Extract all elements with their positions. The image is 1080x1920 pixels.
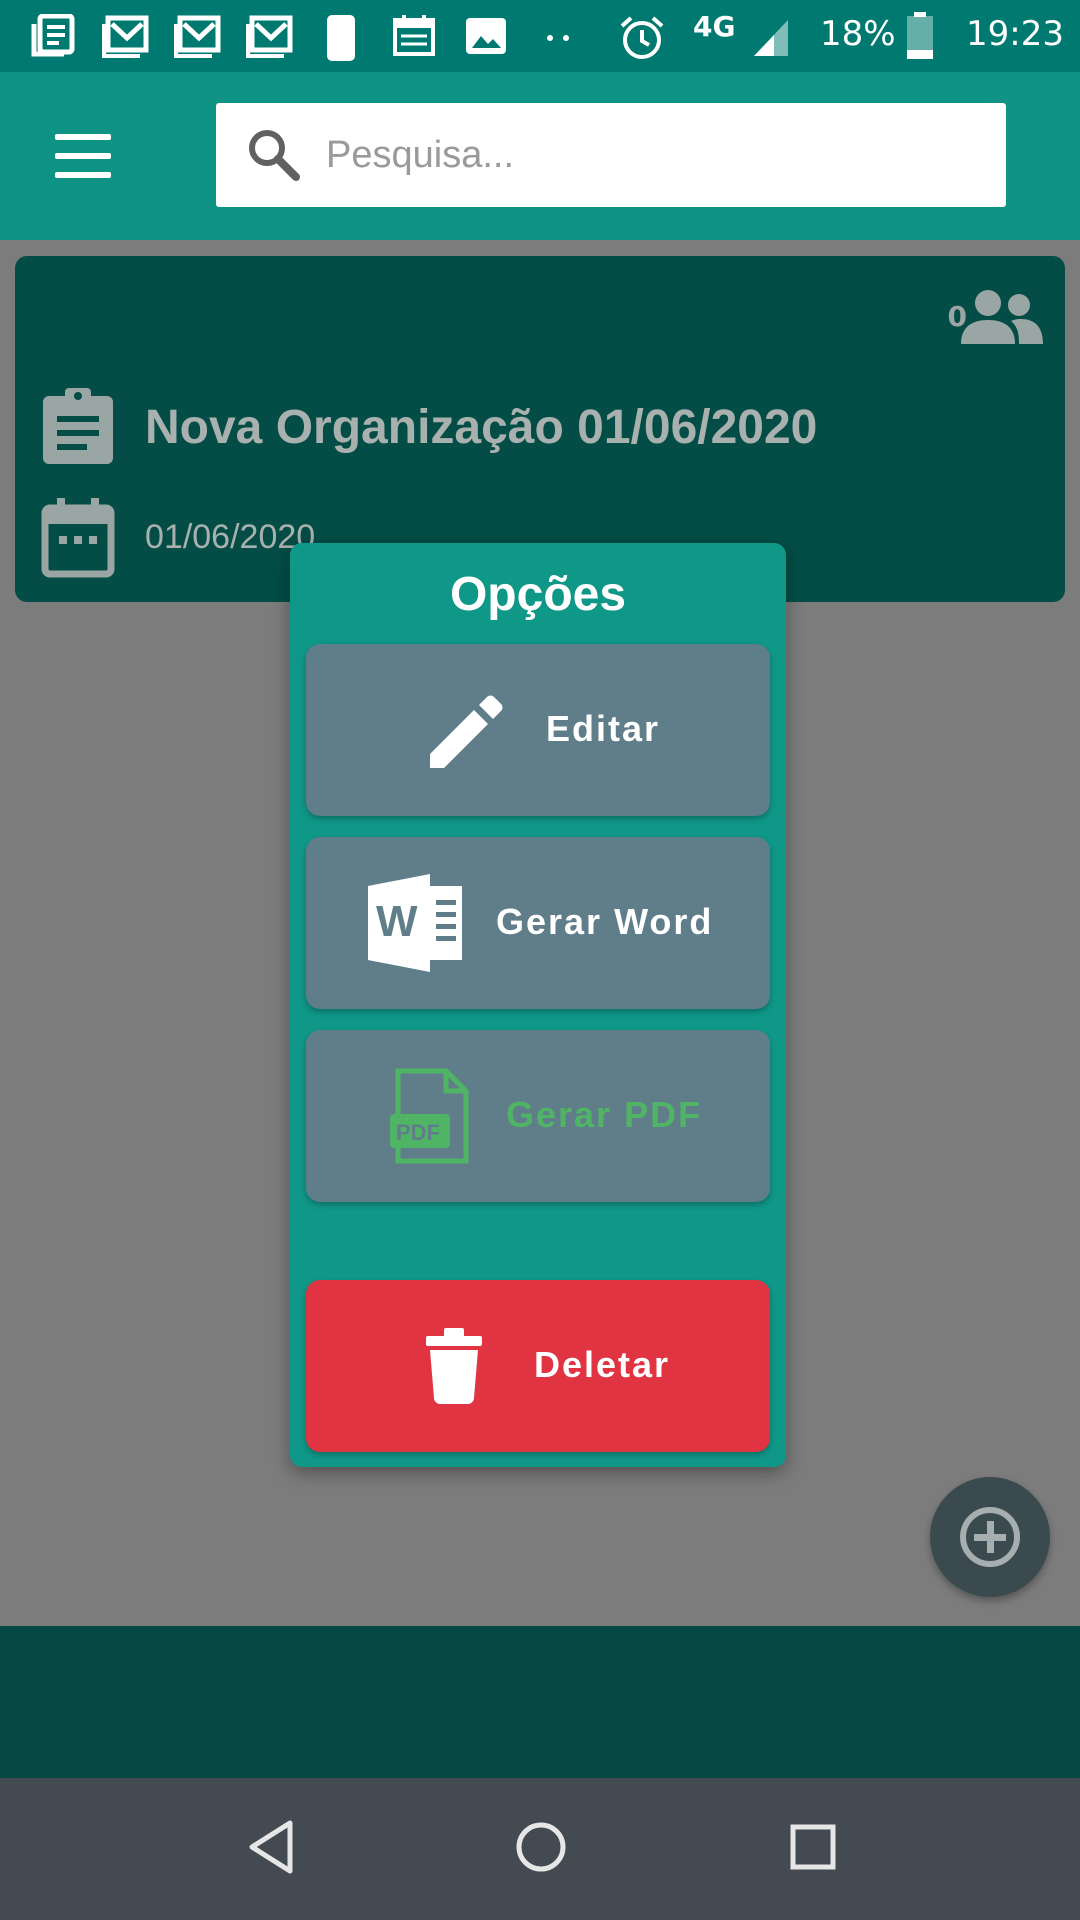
trash-icon: [426, 1328, 482, 1404]
generate-pdf-label: Gerar PDF: [506, 1094, 703, 1135]
generate-word-button[interactable]: W Gerar Word: [306, 837, 770, 1009]
member-count: 0: [947, 300, 967, 333]
battery-percent-label: 18%: [820, 14, 896, 54]
status-bar: 4G 18% 19:23: [0, 0, 1080, 72]
news-icon: [31, 14, 75, 57]
word-document-icon: W: [368, 874, 462, 972]
home-icon[interactable]: [513, 1819, 569, 1875]
edit-label: Editar: [546, 708, 661, 749]
delete-button[interactable]: Deletar: [306, 1280, 770, 1452]
hamburger-menu-icon[interactable]: [50, 126, 116, 186]
battery-icon: [907, 12, 933, 59]
search-bar[interactable]: [216, 103, 1006, 207]
options-dialog: Opções Editar W Gerar Word PDF Gerar PDF: [290, 543, 786, 1467]
image-icon: [466, 18, 506, 54]
card-title: Nova Organização 01/06/2020: [145, 401, 818, 454]
add-circle-icon: [960, 1507, 1020, 1567]
svg-text:PDF: PDF: [396, 1120, 440, 1145]
bottom-bar: [0, 1626, 1080, 1778]
pdf-document-icon: PDF: [390, 1068, 469, 1164]
dialog-title: Opções: [449, 568, 627, 621]
clipboard-icon: [43, 388, 113, 464]
alarm-icon: [620, 16, 664, 59]
add-button[interactable]: [930, 1477, 1050, 1597]
signal-icon: [754, 20, 788, 56]
generate-pdf-button[interactable]: PDF Gerar PDF: [306, 1030, 770, 1202]
calendar-icon: [393, 15, 435, 56]
recents-icon[interactable]: [785, 1819, 841, 1875]
more-dots-icon: [547, 35, 569, 41]
calendar-icon: [41, 498, 115, 578]
svg-text:W: W: [376, 897, 418, 946]
clock-label: 19:23: [966, 14, 1064, 54]
gmail-icon: [102, 15, 149, 58]
people-icon: [961, 290, 1043, 344]
gmail-icon: [174, 15, 221, 58]
search-icon: [249, 130, 300, 181]
back-icon[interactable]: [246, 1819, 296, 1875]
generate-word-label: Gerar Word: [496, 901, 714, 942]
edit-button[interactable]: Editar: [306, 644, 770, 816]
system-nav-bar: [0, 1778, 1080, 1920]
network-type-label: 4G: [693, 10, 736, 43]
search-input[interactable]: [326, 103, 986, 207]
gmail-icon: [246, 15, 293, 58]
app-bar: [0, 72, 1080, 240]
night-mode-icon: [327, 15, 355, 61]
delete-label: Deletar: [534, 1344, 671, 1385]
pencil-icon: [430, 695, 503, 768]
